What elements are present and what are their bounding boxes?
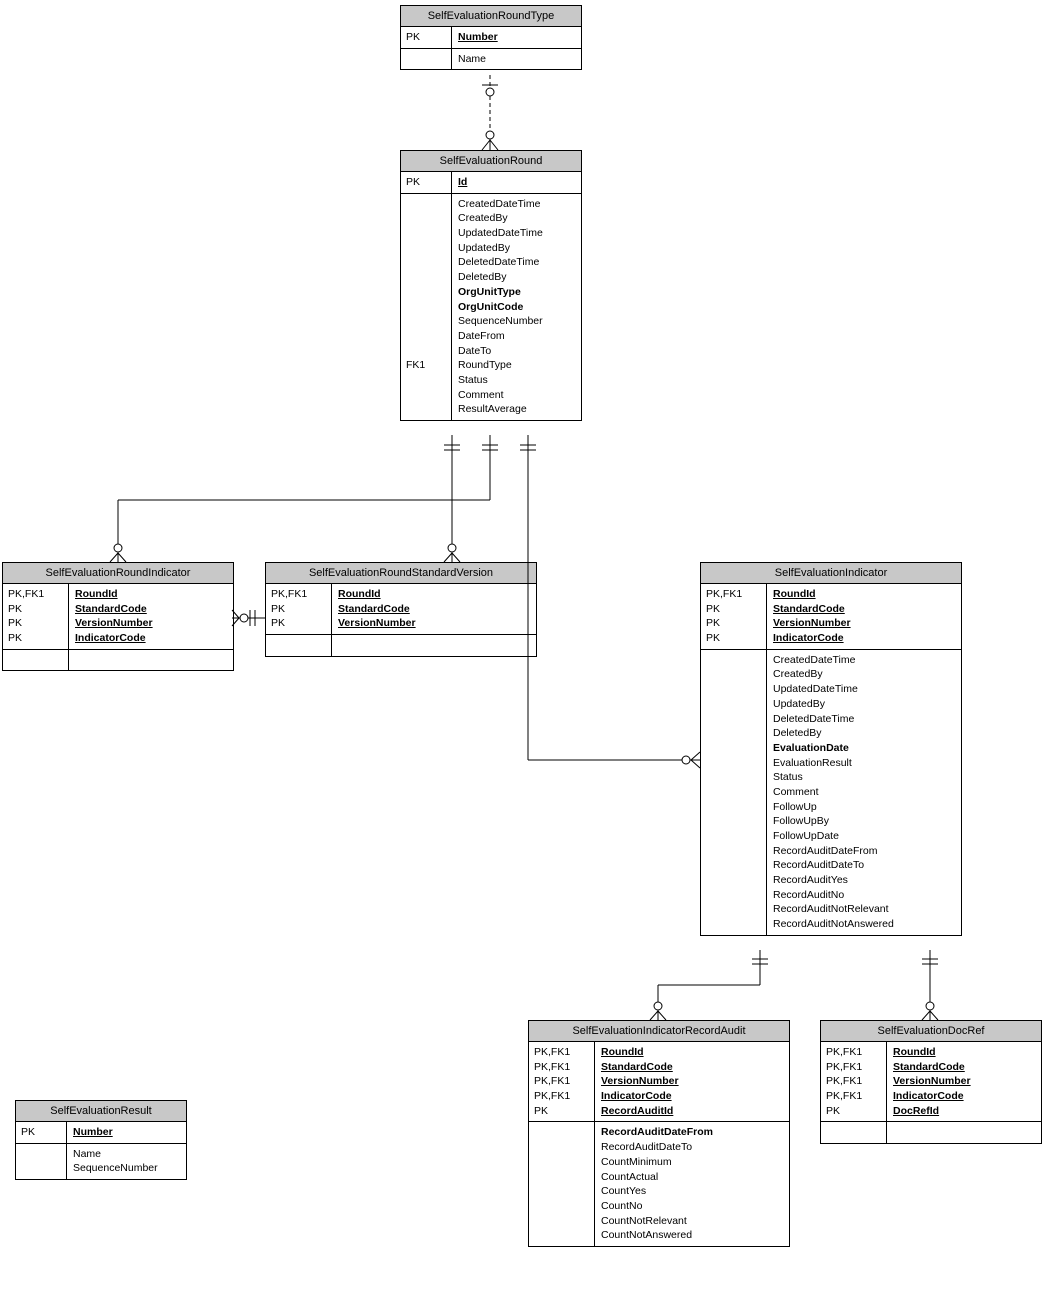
entity-header: SelfEvaluationIndicatorRecordAudit xyxy=(529,1021,789,1042)
entity-header: SelfEvaluationDocRef xyxy=(821,1021,1041,1042)
entity-result: SelfEvaluationResult PK Number Name Sequ… xyxy=(15,1100,187,1180)
entity-docref: SelfEvaluationDocRef PK,FK1PK,FK1PK,FK1P… xyxy=(820,1020,1042,1144)
entity-round: SelfEvaluationRound PK Id FK1 CreatedDat… xyxy=(400,150,582,421)
entity-roundtype: SelfEvaluationRoundType PK Number Name xyxy=(400,5,582,70)
entity-recordaudit: SelfEvaluationIndicatorRecordAudit PK,FK… xyxy=(528,1020,790,1247)
entity-header: SelfEvaluationRoundType xyxy=(401,6,581,27)
entity-roundstdver: SelfEvaluationRoundStandardVersion PK,FK… xyxy=(265,562,537,657)
entity-header: SelfEvaluationResult xyxy=(16,1101,186,1122)
entity-roundindicator: SelfEvaluationRoundIndicator PK,FK1PKPKP… xyxy=(2,562,234,671)
entity-indicator: SelfEvaluationIndicator PK,FK1PKPKPK Rou… xyxy=(700,562,962,936)
entity-header: SelfEvaluationRoundStandardVersion xyxy=(266,563,536,584)
entity-header: SelfEvaluationRound xyxy=(401,151,581,172)
entity-header: SelfEvaluationIndicator xyxy=(701,563,961,584)
entity-header: SelfEvaluationRoundIndicator xyxy=(3,563,233,584)
